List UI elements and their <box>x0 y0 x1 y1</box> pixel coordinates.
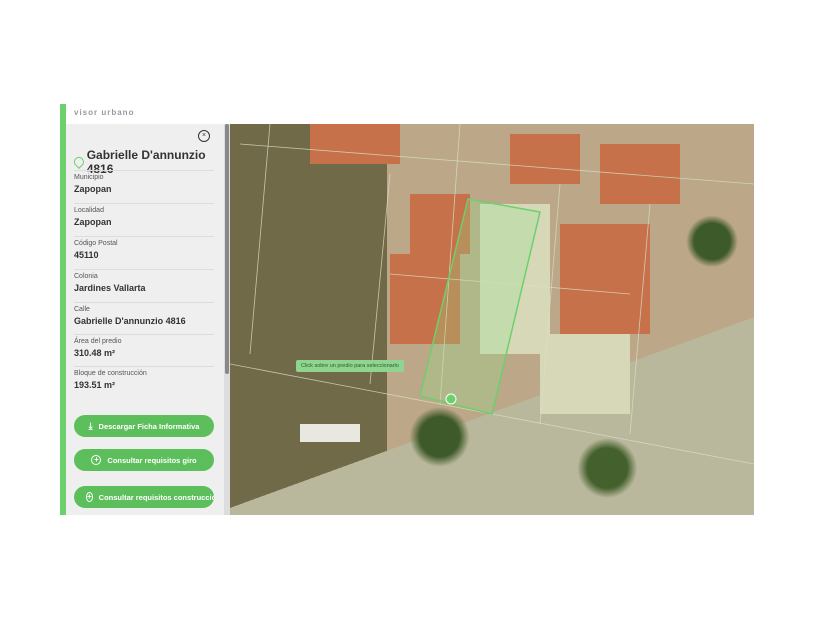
button-label: Descargar Ficha Informativa <box>98 421 200 431</box>
top-bar: visor urbano <box>60 104 754 124</box>
construction-requirements-button[interactable]: + Consultar requisitos construcción <box>74 486 214 508</box>
field-bloque-construccion: Bloque de construcción 193.51 m² <box>74 366 214 390</box>
field-label: Localidad <box>74 207 104 214</box>
field-label: Código Postal <box>74 240 118 247</box>
plus-circle-icon: + <box>91 455 102 465</box>
field-label: Área del predio <box>74 338 122 345</box>
field-value: 45110 <box>74 250 99 260</box>
field-municipio: Municipio Zapopan <box>74 170 214 194</box>
download-icon: ⤓ <box>88 420 93 431</box>
map-tooltip: Click sobre un predio para seleccionarlo <box>296 360 404 372</box>
field-label: Calle <box>74 306 90 313</box>
field-value: 193.51 m² <box>74 380 116 390</box>
field-area-predio: Área del predio 310.48 m² <box>74 334 214 358</box>
field-colonia: Colonia Jardines Vallarta <box>74 269 214 293</box>
map-marker[interactable] <box>445 393 457 405</box>
field-codigo-postal: Código Postal 45110 <box>74 236 214 260</box>
field-label: Bloque de construcción <box>74 370 147 377</box>
location-pin-icon <box>71 155 86 169</box>
app-frame: visor urbano × Gabrielle D'annunzio 4816… <box>60 104 754 515</box>
parcel-lines <box>230 124 754 465</box>
field-value: Zapopan <box>74 217 112 227</box>
plus-circle-icon: + <box>86 492 93 502</box>
field-value: 310.48 m² <box>74 348 116 358</box>
logo: visor urbano <box>74 108 135 117</box>
field-value: Zapopan <box>74 184 112 194</box>
field-calle: Calle Gabrielle D'annunzio 4816 <box>74 302 214 326</box>
field-value: Jardines Vallarta <box>74 283 146 293</box>
close-icon[interactable]: × <box>198 130 210 142</box>
property-info-panel: × Gabrielle D'annunzio 4816 Municipio Zap… <box>66 124 230 515</box>
satellite-map[interactable]: Click sobre un predio para seleccionarlo <box>230 124 754 515</box>
button-label: Consultar requisitos giro <box>107 455 197 465</box>
scrollbar-thumb[interactable] <box>225 124 229 374</box>
field-label: Colonia <box>74 273 98 280</box>
download-fact-sheet-button[interactable]: ⤓ Descargar Ficha Informativa <box>74 415 214 437</box>
button-label: Consultar requisitos construcción <box>98 492 214 502</box>
field-label: Municipio <box>74 174 104 181</box>
field-value: Gabrielle D'annunzio 4816 <box>74 316 186 326</box>
field-localidad: Localidad Zapopan <box>74 203 214 227</box>
business-requirements-button[interactable]: + Consultar requisitos giro <box>74 449 214 471</box>
